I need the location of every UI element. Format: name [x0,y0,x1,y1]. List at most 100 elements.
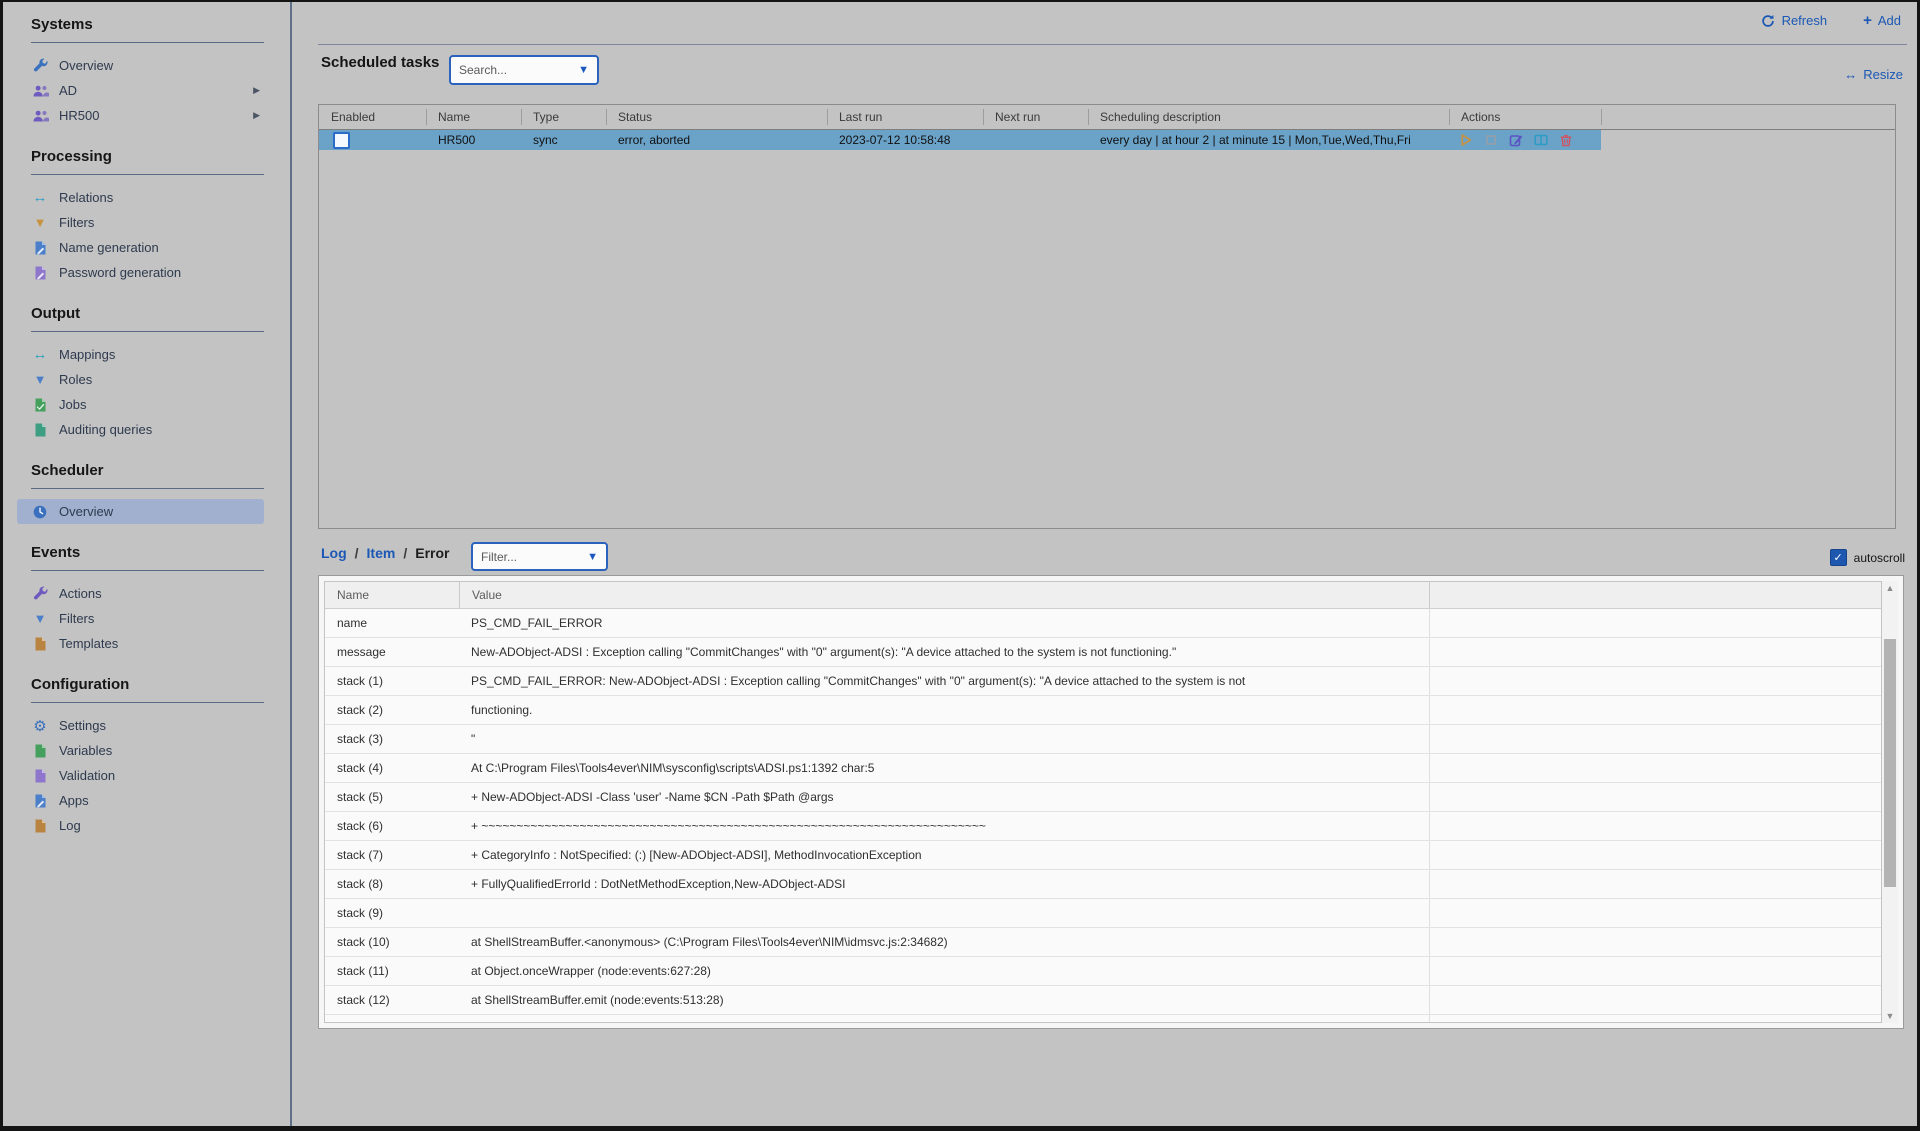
log-row[interactable]: stack (11) at Object.onceWrapper (node:e… [325,957,1881,986]
sidebar-item-actions[interactable]: Actions [3,581,264,606]
sidebar-item-name-generation[interactable]: Name generation [3,235,264,260]
column-header-name[interactable]: Name [426,105,521,129]
sidebar-item-label: Overview [59,504,113,519]
log-row-spacer [1429,667,1881,695]
column-header-last-run[interactable]: Last run [827,105,983,129]
log-row[interactable]: stack (8) + FullyQualifiedErrorId : DotN… [325,870,1881,899]
open-book-icon[interactable] [1534,133,1548,147]
sidebar-section-scheduler: Scheduler Overview [3,462,290,524]
column-header-type[interactable]: Type [521,105,606,129]
log-row-value: + New-ADObject-ADSI -Class 'user' -Name … [459,790,1429,804]
log-row-value: PS_CMD_FAIL_ERROR: New-ADObject-ADSI : E… [459,674,1429,688]
autoscroll-checkbox[interactable]: ✓ [1830,549,1847,566]
tab-log[interactable]: Log [321,545,347,561]
sidebar-item-systems-hr500[interactable]: HR500 ▶ [3,103,264,128]
column-header-scheduling-description[interactable]: Scheduling description [1088,105,1449,129]
sidebar-item-jobs[interactable]: Jobs [3,392,264,417]
log-row-spacer [1429,783,1881,811]
sidebar-item-label: Mappings [59,347,115,362]
sidebar-item-templates[interactable]: Templates [3,631,264,656]
log-row[interactable]: stack (9) [325,899,1881,928]
log-row[interactable]: stack (10) at ShellStreamBuffer.<anonymo… [325,928,1881,957]
resize-button[interactable]: ↔ Resize [1844,67,1903,82]
sidebar-item-apps[interactable]: Apps [3,788,264,813]
sidebar-item-label: Password generation [59,265,181,280]
column-header-next-run[interactable]: Next run [983,105,1088,129]
users-icon [31,108,49,124]
sidebar-item-log[interactable]: Log [3,813,264,838]
log-row[interactable]: message New-ADObject-ADSI : Exception ca… [325,638,1881,667]
log-row[interactable]: stack (2) functioning. [325,696,1881,725]
scrollbar-thumb[interactable] [1884,639,1896,887]
section-divider [31,42,264,43]
sidebar-item-systems-overview[interactable]: Overview [3,53,264,78]
log-row[interactable]: name PS_CMD_FAIL_ERROR [325,609,1881,638]
sidebar-item-variables[interactable]: Variables [3,738,264,763]
stop-task-icon[interactable] [1484,133,1498,147]
edit-task-icon[interactable] [1509,133,1523,147]
log-row-spacer [1429,957,1881,985]
sidebar-item-auditing-queries[interactable]: Auditing queries [3,417,264,442]
task-row-selected[interactable]: HR500 sync error, aborted 2023-07-12 10:… [319,130,1601,150]
clock-icon [31,504,49,520]
column-header-spacer [1601,105,1895,129]
delete-task-icon[interactable] [1559,133,1573,147]
log-row-spacer [1429,609,1881,637]
arrows-icon: ↔ [31,189,49,206]
tab-error[interactable]: Error [415,545,449,561]
log-row-value: at ShellStreamBuffer._write (C:\Program … [459,1022,1429,1023]
log-row[interactable]: stack (1) PS_CMD_FAIL_ERROR: New-ADObjec… [325,667,1881,696]
column-header-enabled[interactable]: Enabled [319,105,426,129]
section-divider [31,570,264,571]
sidebar-item-settings[interactable]: ⚙ Settings [3,713,264,738]
log-row[interactable]: stack (5) + New-ADObject-ADSI -Class 'us… [325,783,1881,812]
document-edit-icon [31,793,49,809]
task-status-cell: error, aborted [606,133,827,147]
document-edit-icon [31,265,49,281]
sidebar-item-roles[interactable]: ▼ Roles [3,367,264,392]
scroll-up-icon[interactable]: ▲ [1882,581,1898,595]
toolbar-divider [318,44,1907,45]
sidebar-item-label: Variables [59,743,112,758]
log-row[interactable]: stack (7) + CategoryInfo : NotSpecified:… [325,841,1881,870]
sidebar-item-filters-events[interactable]: ▼ Filters [3,606,264,631]
tasks-table-header: Enabled Name Type Status Last run Next r… [319,105,1895,130]
document-edit-icon [31,397,49,413]
log-row[interactable]: stack (6) + ~~~~~~~~~~~~~~~~~~~~~~~~~~~~… [325,812,1881,841]
sidebar-item-mappings[interactable]: ↔ Mappings [3,342,264,367]
log-column-value[interactable]: Value [459,582,1429,608]
log-row[interactable]: stack (3) " [325,725,1881,754]
log-column-name[interactable]: Name [325,588,459,602]
log-scrollbar[interactable]: ▲ ▼ [1882,581,1898,1023]
log-filter-dropdown[interactable]: Filter... ▼ [471,542,608,571]
log-row[interactable]: stack (12) at ShellStreamBuffer.emit (no… [325,986,1881,1015]
sidebar-item-relations[interactable]: ↔ Relations [3,185,264,210]
task-search-dropdown[interactable]: Search... ▼ [449,55,599,85]
task-enabled-checkbox[interactable] [333,132,350,149]
sidebar-item-filters-processing[interactable]: ▼ Filters [3,210,264,235]
sidebar-item-label: Relations [59,190,113,205]
sidebar-item-validation[interactable]: Validation [3,763,264,788]
log-row[interactable]: stack (4) At C:\Program Files\Tools4ever… [325,754,1881,783]
log-row[interactable]: stack (13) at ShellStreamBuffer._write (… [325,1015,1881,1023]
tab-item[interactable]: Item [367,545,396,561]
column-header-actions[interactable]: Actions [1449,105,1601,129]
log-row-spacer [1429,725,1881,753]
log-row-spacer [1429,986,1881,1014]
sidebar-item-systems-ad[interactable]: AD ▶ [3,78,264,103]
sidebar-item-label: Filters [59,611,94,626]
sidebar-item-label: Validation [59,768,115,783]
sidebar-item-password-generation[interactable]: Password generation [3,260,264,285]
add-button[interactable]: + Add [1863,12,1901,29]
run-task-icon[interactable] [1459,133,1473,147]
refresh-button[interactable]: Refresh [1761,13,1828,29]
sidebar-item-scheduler-overview[interactable]: Overview [17,499,264,524]
log-row-name: stack (9) [325,906,459,920]
scroll-down-icon[interactable]: ▼ [1882,1009,1898,1023]
sidebar-section-configuration: Configuration ⚙ Settings Variables Valid… [3,676,290,838]
app-window: Systems Overview AD ▶ HR500 ▶ [3,2,1917,1126]
column-header-status[interactable]: Status [606,105,827,129]
sidebar-item-label: Roles [59,372,92,387]
document-icon [31,818,49,834]
main-content: Refresh + Add Scheduled tasks Search... … [292,2,1917,1126]
